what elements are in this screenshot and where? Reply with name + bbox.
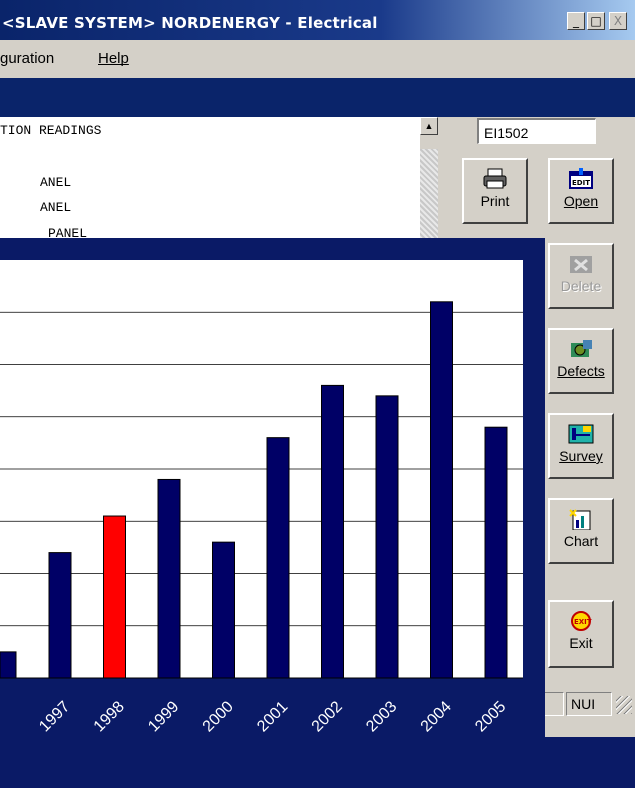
window-title: <SLAVE SYSTEM> NORDENERGY - Electrical <box>2 14 378 32</box>
defects-icon <box>568 338 594 360</box>
tick-label-2005: 2005 <box>472 698 509 735</box>
tick-label-2002: 2002 <box>309 698 346 735</box>
report-line: ANEL <box>40 175 72 190</box>
header-band <box>0 78 635 117</box>
title-bar: <SLAVE SYSTEM> NORDENERGY - Electrical _… <box>0 0 635 40</box>
bar-chart: 1997 1998 1999 2000 2001 2002 2003 2004 2005 <box>0 260 523 735</box>
svg-text:EDIT: EDIT <box>572 179 590 187</box>
bar-partial <box>0 651 17 679</box>
record-code-field[interactable]: EI1502 <box>477 118 596 144</box>
chart-label: Chart <box>563 533 599 549</box>
maximize-button[interactable]: □ <box>587 12 605 30</box>
report-line: ANEL <box>40 200 72 215</box>
bar-2005 <box>484 426 508 679</box>
svg-text:EXIT: EXIT <box>574 618 592 626</box>
defects-button[interactable]: Defects <box>548 328 614 394</box>
bar-1997 <box>48 552 72 679</box>
tick-label-2004: 2004 <box>418 698 455 735</box>
tick-label-2003: 2003 <box>363 698 400 735</box>
menu-bar: guration Help <box>0 40 635 78</box>
edit-icon: EDIT <box>568 168 594 190</box>
open-label: Open <box>563 193 599 209</box>
delete-button[interactable]: Delete <box>548 243 614 309</box>
tick-label-1998: 1998 <box>91 698 128 735</box>
close-button[interactable]: X <box>609 12 627 30</box>
chart-window-edge <box>545 737 635 788</box>
bar-2004 <box>430 301 453 679</box>
survey-label: Survey <box>559 448 603 464</box>
chart-button[interactable]: Chart <box>548 498 614 564</box>
menu-help[interactable]: Help <box>98 50 129 67</box>
bar-1998 <box>103 515 126 679</box>
tick-label-1999: 1999 <box>145 698 182 735</box>
exit-button[interactable]: EXIT Exit <box>548 600 614 668</box>
printer-icon <box>482 168 508 190</box>
report-line: TION READINGS <box>0 123 102 138</box>
minimize-button[interactable]: _ <box>567 12 585 30</box>
scroll-up-button[interactable]: ▲ <box>420 117 438 135</box>
open-button[interactable]: EDIT Open <box>548 158 614 224</box>
bar-1999 <box>157 478 181 679</box>
menu-configuration[interactable]: guration <box>0 50 54 67</box>
bar-2000 <box>212 541 235 679</box>
delete-label: Delete <box>560 278 602 294</box>
tick-label-2001: 2001 <box>254 698 291 735</box>
bar-2001 <box>266 437 290 679</box>
exit-icon: EXIT <box>568 610 594 632</box>
bar-2003 <box>375 395 399 679</box>
tick-label-1997: 1997 <box>36 698 73 735</box>
scroll-thumb[interactable] <box>420 135 438 149</box>
resize-grip[interactable] <box>616 696 632 714</box>
survey-icon <box>568 423 594 445</box>
chart-window: 1997 1998 1999 2000 2001 2002 2003 2004 2005 <box>0 238 545 750</box>
survey-button[interactable]: Survey <box>548 413 614 479</box>
defects-label: Defects <box>557 363 605 379</box>
chart-icon <box>568 508 594 531</box>
exit-label: Exit <box>569 635 593 651</box>
tick-label-2000: 2000 <box>200 698 237 735</box>
print-button[interactable]: Print <box>462 158 528 224</box>
delete-icon <box>568 253 594 275</box>
bar-2002 <box>321 384 344 679</box>
print-label: Print <box>480 193 510 209</box>
status-mode: NUI <box>566 692 612 716</box>
